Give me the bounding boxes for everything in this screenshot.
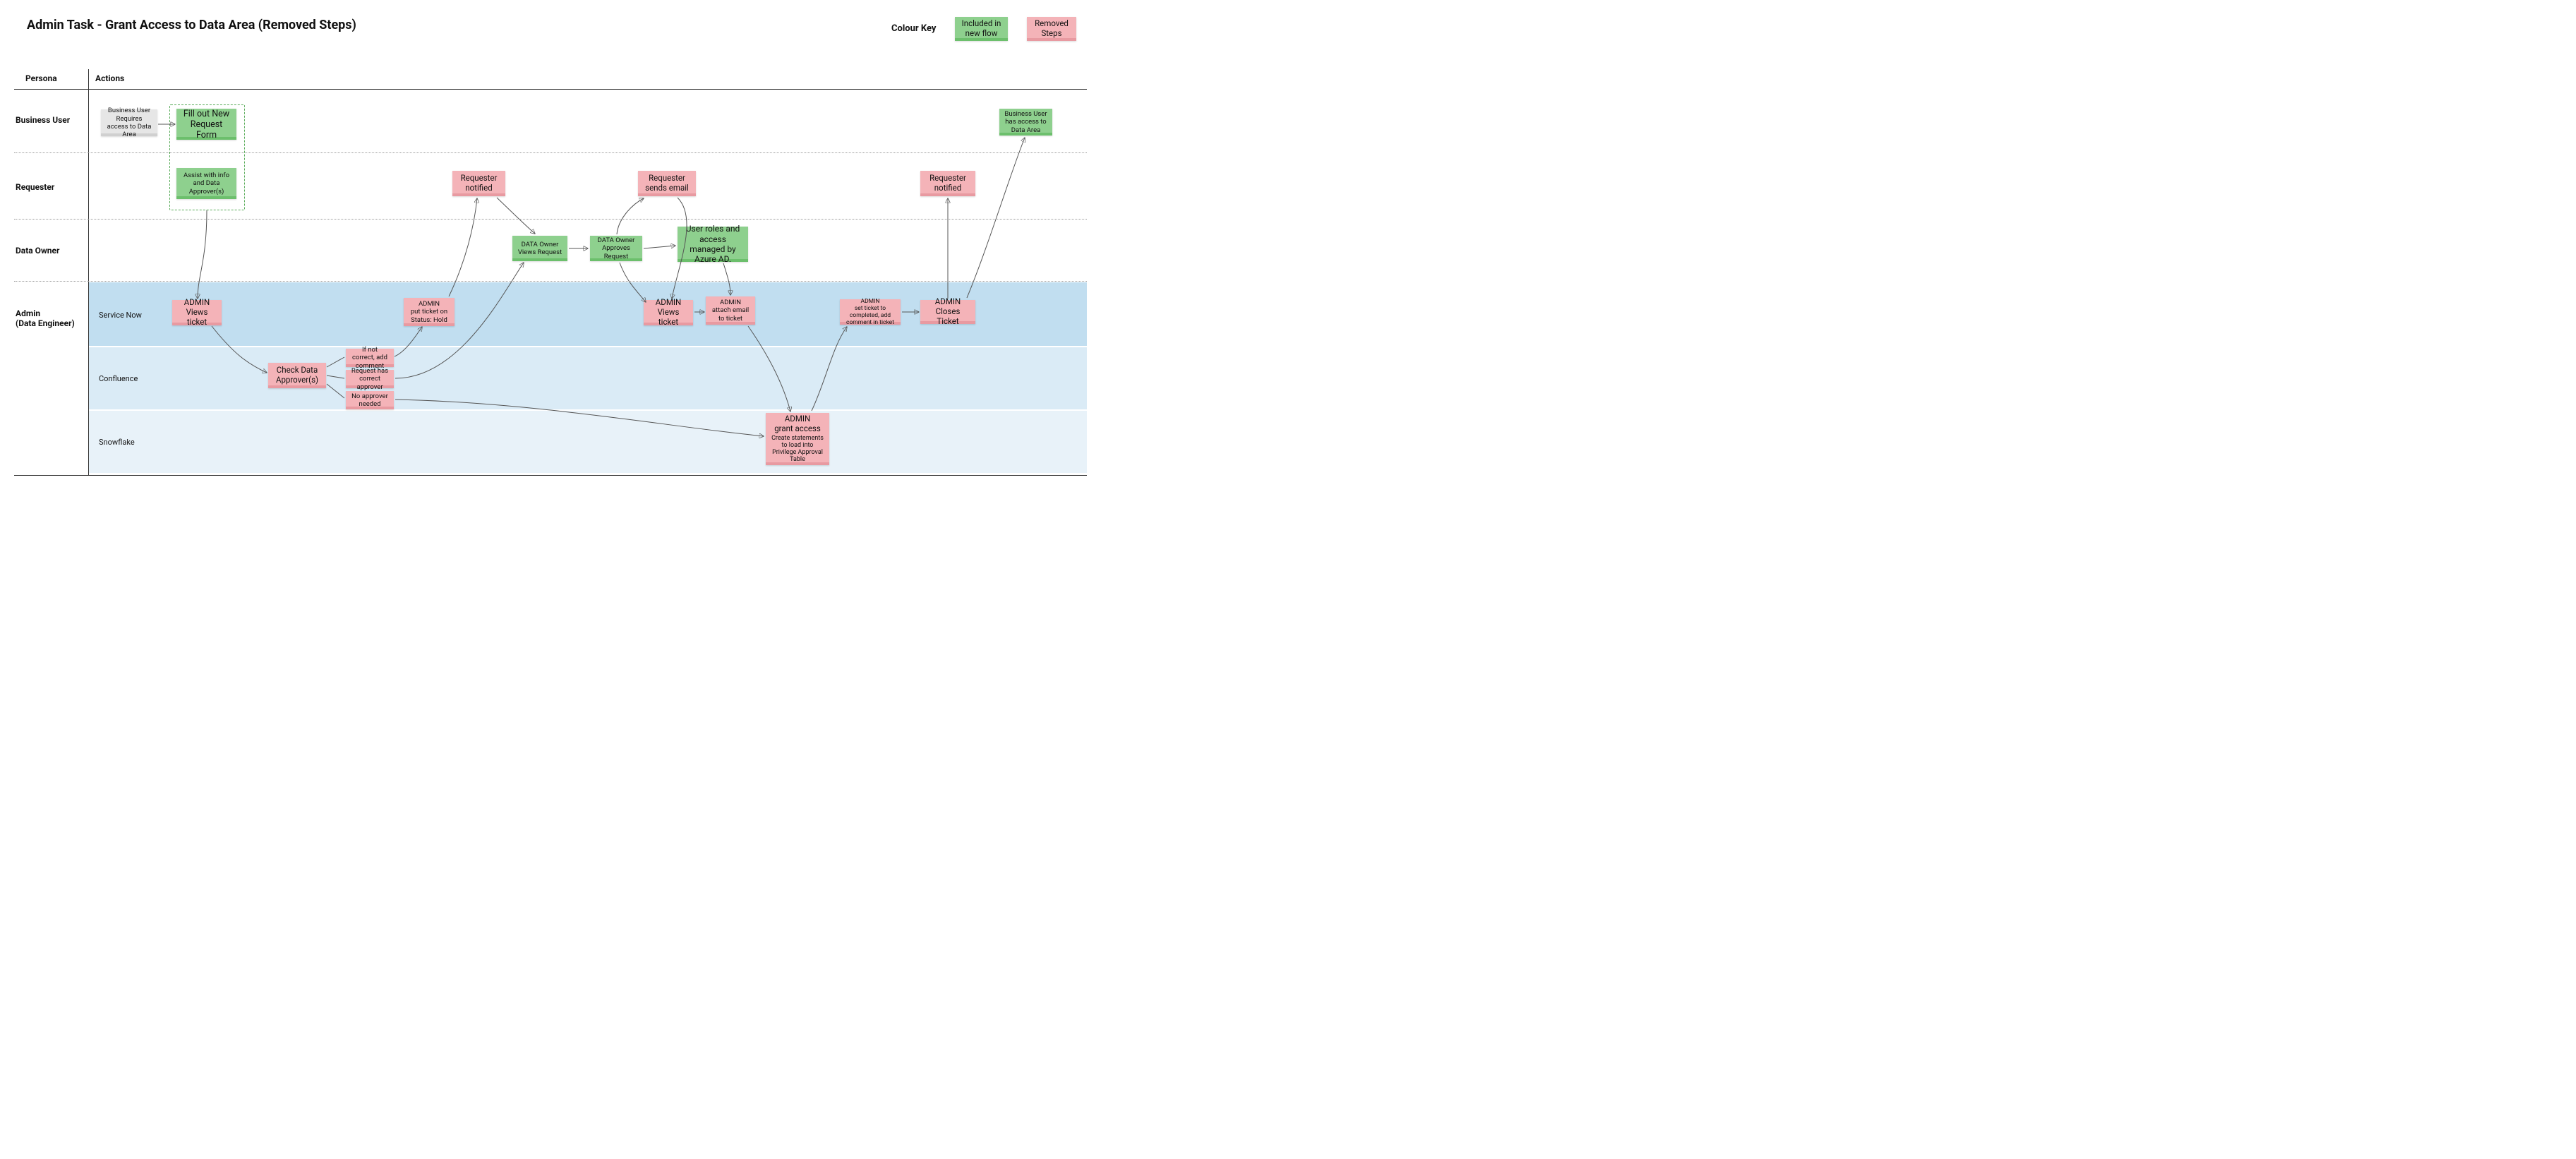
note-assist-info[interactable]: Assist with info and Data Approver(s): [176, 168, 236, 199]
sublabel-servicenow: Service Now: [99, 311, 142, 320]
note-check-approvers[interactable]: Check Data Approver(s): [268, 363, 326, 388]
note-admin-grant-title: ADMIN grant access: [774, 414, 821, 434]
note-req-sends-email[interactable]: Requester sends email: [638, 171, 696, 196]
lane-divider-2: [14, 219, 1087, 220]
lane-admin: Admin (Data Engineer): [16, 308, 86, 328]
sublayer-confluence: [89, 347, 1087, 409]
note-no-approver[interactable]: No approver needed: [346, 391, 394, 409]
bottom-line: [14, 475, 1087, 476]
lane-business-user: Business User: [16, 115, 86, 125]
note-admin-views-2[interactable]: ADMIN Views ticket: [644, 300, 693, 325]
note-azure-ad[interactable]: User roles and access managed by Azure A…: [678, 227, 748, 262]
note-bu-requires[interactable]: Business User Requires access to Data Ar…: [101, 109, 157, 136]
sublabel-confluence: Confluence: [99, 374, 138, 383]
note-admin-views-1[interactable]: ADMIN Views ticket: [172, 300, 222, 325]
lane-divider-3: [14, 281, 1087, 282]
note-do-approves[interactable]: DATA Owner Approves Request: [590, 236, 642, 261]
header-underline: [14, 89, 1087, 90]
note-fill-form[interactable]: Fill out New Request Form: [176, 109, 236, 140]
lane-requester: Requester: [16, 182, 86, 192]
note-do-views[interactable]: DATA Owner Views Request: [512, 236, 567, 261]
note-has-approver[interactable]: Request has correct approver: [346, 370, 394, 388]
note-admin-close[interactable]: ADMIN Closes Ticket: [920, 300, 975, 324]
legend-label: Colour Key: [891, 23, 936, 34]
note-admin-attach[interactable]: ADMIN attach email to ticket: [706, 296, 755, 325]
legend-note-removed: Removed Steps: [1027, 17, 1076, 41]
note-req-notified-2[interactable]: Requester notified: [920, 171, 975, 196]
col-persona: Persona: [25, 73, 57, 83]
sublayer-snowflake: [89, 411, 1087, 473]
sublabel-snowflake: Snowflake: [99, 438, 135, 447]
note-admin-grant-sub: Create statements to load into Privilege…: [770, 436, 825, 464]
note-admin-complete[interactable]: ADMIN set ticket to completed, add comme…: [840, 299, 901, 325]
note-admin-grant[interactable]: ADMIN grant access Create statements to …: [766, 413, 829, 465]
page-title: Admin Task - Grant Access to Data Area (…: [27, 18, 356, 32]
lane-data-owner: Data Owner: [16, 246, 86, 256]
note-admin-hold[interactable]: ADMIN put ticket on Status: Hold: [404, 298, 455, 326]
note-if-not-correct[interactable]: If not correct, add comment: [346, 349, 394, 367]
legend-note-included: Included in new flow: [955, 17, 1008, 41]
note-req-notified-1[interactable]: Requester notified: [452, 171, 505, 196]
note-bu-has-access[interactable]: Business User has access to Data Area: [999, 109, 1052, 136]
col-actions: Actions: [95, 73, 124, 83]
